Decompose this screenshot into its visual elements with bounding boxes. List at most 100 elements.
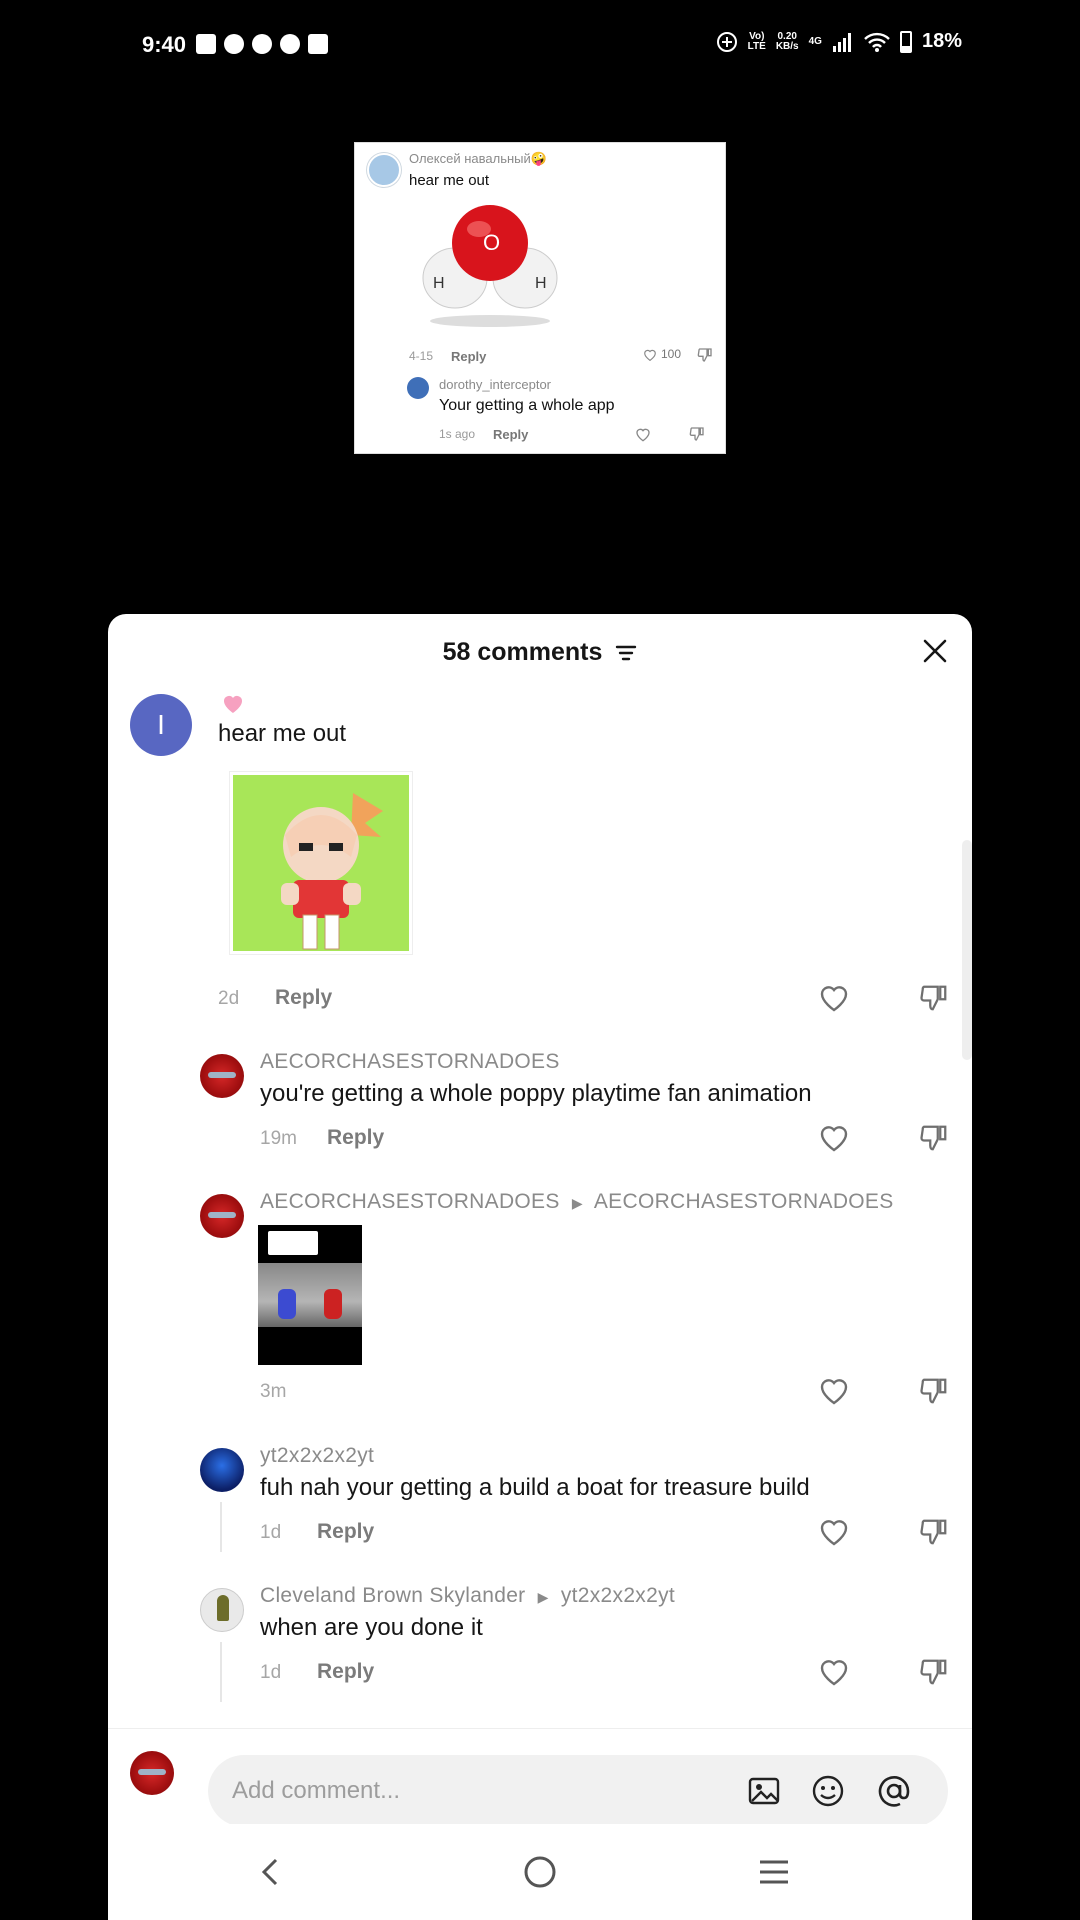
comment-username[interactable]: yt2x2x2x2yt — [260, 1444, 374, 1468]
my-avatar[interactable] — [130, 1751, 174, 1795]
dislike-icon[interactable] — [919, 1517, 949, 1547]
reply-button[interactable]: Reply — [275, 986, 332, 1010]
app-icon — [308, 34, 328, 54]
comment-composer: Add comment... — [108, 1728, 972, 1827]
comment-username[interactable]: AECORCHASESTORNADOES — [260, 1190, 560, 1213]
svg-text:H: H — [433, 275, 445, 292]
heart-icon[interactable] — [635, 426, 651, 442]
messenger-icon — [280, 34, 300, 54]
net-speed: 0.20 KB/s — [776, 30, 799, 52]
avatar[interactable] — [200, 1588, 244, 1632]
comment-image-gacha-character[interactable] — [230, 772, 412, 954]
comment-text: hear me out — [218, 720, 347, 747]
comment-time: 3m — [260, 1381, 287, 1402]
volte-indicator: Vo) LTE — [747, 30, 766, 52]
comment-username[interactable]: Cleveland Brown Skylander — [260, 1584, 525, 1607]
reply-to-username[interactable]: AECORCHASESTORNADOES — [594, 1190, 894, 1213]
network-label: 4G — [808, 35, 822, 47]
comments-count-title: 58 comments — [442, 638, 603, 666]
dislike-icon[interactable] — [689, 426, 705, 442]
dislike-icon[interactable] — [697, 347, 713, 363]
thread-line — [220, 1502, 222, 1552]
preview-reply-time: 1s ago — [439, 427, 476, 441]
heart-sticker-icon — [224, 696, 242, 713]
dislike-icon[interactable] — [919, 983, 949, 1013]
avatar[interactable] — [200, 1448, 244, 1492]
reply-to-username[interactable]: yt2x2x2x2yt — [561, 1584, 675, 1607]
heart-icon[interactable] — [818, 1657, 850, 1687]
preview-comment-text: hear me out — [409, 172, 490, 189]
preview-like-count: 100 — [660, 347, 681, 361]
preview-reply-reply-button[interactable]: Reply — [493, 427, 528, 442]
gacha-character-icon — [281, 793, 383, 950]
thumbnail-scene — [258, 1263, 362, 1327]
reply-arrow-icon: ▶ — [571, 1195, 583, 1211]
comment-input[interactable]: Add comment... — [208, 1755, 948, 1827]
sort-icon[interactable] — [615, 644, 637, 662]
wifi-icon — [864, 32, 890, 52]
water-molecule-image: O H H — [422, 205, 558, 327]
comments-sheet: 58 comments I hear me out 2d Reply AECOR… — [108, 614, 972, 1920]
heart-icon — [644, 349, 656, 361]
preview-username: Олексей навальный🤪 — [409, 151, 547, 166]
preview-date: 4-15 — [409, 349, 434, 363]
heart-icon[interactable] — [818, 1517, 850, 1547]
comment-video-thumbnail[interactable] — [258, 1225, 362, 1365]
comment-time: 19m — [260, 1128, 297, 1149]
home-icon[interactable] — [520, 1852, 560, 1892]
comment-time: 1d — [260, 1522, 282, 1543]
signal-icon — [832, 32, 851, 52]
battery-icon — [899, 30, 912, 53]
comment-input-placeholder: Add comment... — [232, 1777, 401, 1804]
battery-level: 18% — [921, 30, 962, 52]
preview-reply-button[interactable]: Reply — [451, 349, 486, 364]
discord-icon — [252, 34, 272, 54]
dislike-icon[interactable] — [919, 1657, 949, 1687]
network-type: 4G — [808, 35, 822, 47]
heart-icon[interactable] — [818, 1123, 850, 1153]
system-nav-bar — [108, 1824, 972, 1920]
svg-text:H: H — [535, 275, 547, 292]
status-bar: 9:40 Vo) LTE 0.20 KB/s 4G 18% — [0, 0, 1080, 92]
comment-time: 2d — [218, 988, 240, 1009]
comment-username-row: AECORCHASESTORNADOES ▶ AECORCHASESTORNAD… — [260, 1190, 894, 1214]
comment-text: you're getting a whole poppy playtime fa… — [260, 1080, 812, 1107]
heart-icon[interactable] — [818, 983, 850, 1013]
comment-username[interactable]: AECORCHASESTORNADOES — [260, 1050, 560, 1074]
comment-text: when are you done it — [260, 1614, 483, 1641]
avatar — [367, 153, 401, 187]
thread-line — [220, 1642, 222, 1702]
comments-header[interactable]: 58 comments — [108, 638, 972, 667]
red-figure — [324, 1289, 342, 1319]
volte-top: Vo) — [749, 30, 765, 42]
video-icon — [196, 34, 216, 54]
heart-icon[interactable] — [818, 1376, 850, 1406]
preview-reply-username: dorothy_interceptor — [439, 377, 552, 392]
reply-button[interactable]: Reply — [327, 1126, 384, 1150]
preview-like[interactable]: 100 — [643, 347, 681, 361]
comment-username-row: Cleveland Brown Skylander ▶ yt2x2x2x2yt — [260, 1584, 675, 1608]
avatar[interactable]: I — [130, 694, 192, 756]
avatar[interactable] — [200, 1194, 244, 1238]
dislike-icon[interactable] — [919, 1376, 949, 1406]
reply-button[interactable]: Reply — [317, 1660, 374, 1684]
preview-reply-text: Your getting a whole app — [439, 397, 615, 414]
close-icon[interactable] — [920, 636, 950, 666]
mention-icon[interactable] — [876, 1773, 912, 1809]
comment-time: 1d — [260, 1662, 282, 1683]
comment-text: fuh nah your getting a build a boat for … — [260, 1474, 810, 1501]
status-right: Vo) LTE 0.20 KB/s 4G 18% — [716, 30, 962, 53]
menu-icon[interactable] — [754, 1852, 794, 1892]
scrollbar[interactable] — [962, 840, 972, 1060]
emoji-icon[interactable] — [810, 1773, 846, 1809]
volte-bottom: LTE — [747, 40, 766, 52]
avatar[interactable] — [200, 1054, 244, 1098]
back-icon[interactable] — [250, 1852, 290, 1892]
net-speed-value: 0.20 — [777, 30, 797, 42]
image-icon[interactable] — [746, 1773, 782, 1809]
status-time: 9:40 — [142, 32, 187, 57]
facebook-icon — [224, 34, 244, 54]
reply-button[interactable]: Reply — [317, 1520, 374, 1544]
dislike-icon[interactable] — [919, 1123, 949, 1153]
thumbnail-caption — [268, 1231, 318, 1255]
